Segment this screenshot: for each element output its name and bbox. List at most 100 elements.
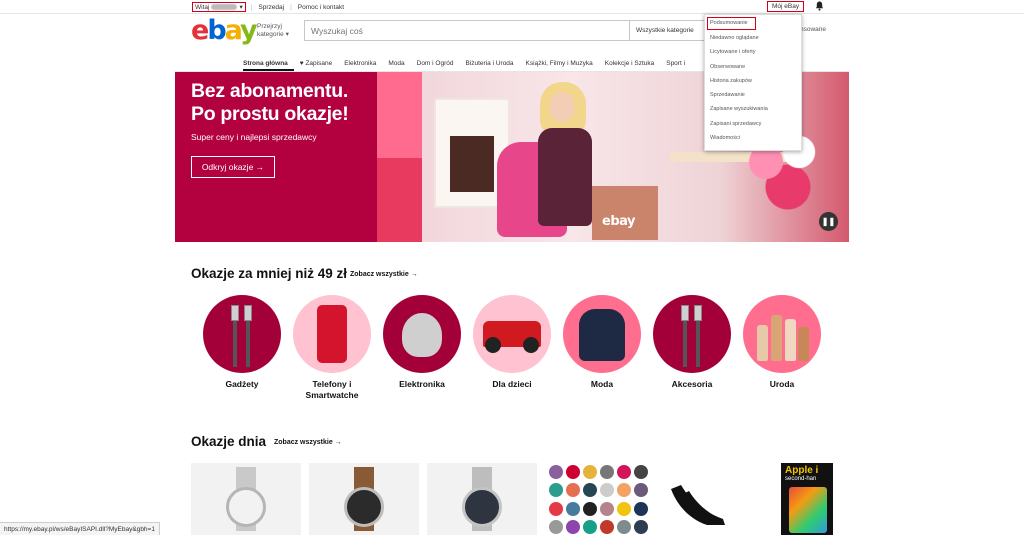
- category-label: Gadżety: [225, 379, 259, 389]
- logo-letter: e: [191, 15, 209, 46]
- category-fashion[interactable]: Moda: [563, 295, 641, 390]
- nav-home[interactable]: Strona główna: [243, 59, 294, 71]
- cosmetics-icon: [757, 307, 809, 361]
- chevron-down-icon: ▾: [285, 31, 289, 38]
- nav-sport[interactable]: Sport i: [660, 59, 691, 71]
- category-kids[interactable]: Dla dzieci: [473, 295, 551, 390]
- category-phones[interactable]: Telefony i Smartwatche: [293, 295, 371, 401]
- chevron-down-icon: ▾: [239, 4, 243, 11]
- hero-title: Bez abonamentu. Po prostu okazje!: [191, 80, 349, 126]
- dropdown-item-recently-viewed[interactable]: Niedawno oglądane: [705, 31, 801, 45]
- daily-deals-see-all-link[interactable]: Zobacz wszystkie →: [274, 439, 342, 446]
- sell-link[interactable]: Sprzedaj: [258, 4, 284, 11]
- popsockets-icon: [549, 463, 653, 535]
- product-card[interactable]: [545, 463, 655, 535]
- browser-status-url: https://my.ebay.pl/ws/eBayISAPI.dll?MyEb…: [0, 522, 160, 535]
- cable-icon: [231, 305, 253, 367]
- category-select-value: Wszystkie kategorie: [636, 27, 694, 34]
- shop-by-category-button[interactable]: Przejrzyj kategorie ▾: [257, 23, 299, 39]
- hero-subtitle: Super ceny i najlepsi sprzedawcy: [191, 132, 317, 142]
- product-card[interactable]: [427, 463, 537, 535]
- greeting-user-menu[interactable]: Witaj ▾: [192, 2, 246, 12]
- apple-badge-subtitle: second-han: [785, 476, 817, 482]
- pause-icon[interactable]: ❚❚: [819, 212, 838, 231]
- phones-image: [789, 487, 827, 533]
- category-image: [743, 295, 821, 373]
- nav-home-garden[interactable]: Dom i Ogród: [411, 59, 460, 71]
- dropdown-item-summary[interactable]: Podsumowanie: [707, 17, 756, 30]
- help-link[interactable]: Pomoc i kontakt: [298, 4, 344, 11]
- watch-icon: [224, 467, 268, 531]
- greeting-text: Witaj: [195, 3, 210, 11]
- category-label: Akcesoria: [671, 379, 713, 389]
- top-utility-bar: Witaj ▾ | Sprzedaj | Pomoc i kontakt Mój…: [0, 0, 1024, 14]
- deals-section-title: Okazje za mniej niż 49 zł: [191, 266, 348, 281]
- dropdown-item-selling[interactable]: Sprzedawanie: [705, 88, 801, 102]
- product-card[interactable]: [663, 463, 773, 535]
- search-input[interactable]: [305, 21, 629, 41]
- nav-saved-label: Zapisane: [305, 60, 333, 67]
- apple-badge-title: Apple i: [785, 465, 819, 476]
- hero-accent-block: [377, 158, 422, 242]
- my-ebay-dropdown: Podsumowanie Niedawno oglądane Licytowan…: [704, 14, 802, 151]
- nav-collectibles-art[interactable]: Kolekcje i Sztuka: [599, 59, 661, 71]
- hero-title-line: Bez abonamentu.: [191, 80, 348, 102]
- category-select[interactable]: Wszystkie kategorie: [629, 20, 705, 41]
- category-label: Telefony i Smartwatche: [305, 379, 359, 400]
- deal-categories: Gadżety Telefony i Smartwatche Elektroni…: [203, 295, 823, 405]
- category-label: Elektronika: [399, 379, 445, 389]
- hero-accent-block: [377, 72, 422, 158]
- dropdown-item-watchlist[interactable]: Obserwowane: [705, 60, 801, 74]
- dropdown-item-messages[interactable]: Wiadomości: [705, 131, 801, 145]
- hero-cta-button[interactable]: Odkryj okazje →: [191, 156, 275, 178]
- hoodie-icon: [579, 309, 625, 361]
- dropdown-item-saved-searches[interactable]: Zapisane wyszukiwania: [705, 102, 801, 116]
- blurred-username: [211, 4, 238, 10]
- watch-icon: [342, 467, 386, 531]
- advanced-search-link[interactable]: nsowane: [800, 26, 826, 33]
- nav-books-movies-music[interactable]: Książki, Filmy i Muzyka: [520, 59, 599, 71]
- category-nav: Strona główna ♥ Zapisane Elektronika Mod…: [243, 59, 691, 71]
- notifications-bell-icon[interactable]: [815, 1, 824, 11]
- divider: |: [290, 3, 292, 11]
- dropdown-item-bids-offers[interactable]: Licytowane i oferty: [705, 45, 801, 59]
- category-image: [293, 295, 371, 373]
- deals-see-all-link[interactable]: Zobacz wszystkie →: [350, 271, 418, 278]
- nav-fashion[interactable]: Moda: [382, 59, 410, 71]
- watch-icon: [460, 467, 504, 531]
- ebay-logo[interactable]: ebay: [191, 15, 258, 46]
- ebay-box-illustration: ebay: [592, 186, 658, 240]
- heels-icon: [671, 485, 725, 525]
- category-electronics[interactable]: Elektronika: [383, 295, 461, 390]
- search-box[interactable]: [304, 20, 629, 41]
- category-image: [473, 295, 551, 373]
- category-image: [653, 295, 731, 373]
- dropdown-item-purchase-history[interactable]: Historia zakupów: [705, 74, 801, 88]
- divider: |: [250, 3, 253, 11]
- my-ebay-link[interactable]: Mój eBay: [766, 0, 805, 12]
- logo-letter: y: [240, 15, 258, 46]
- category-image: [563, 295, 641, 373]
- heart-icon: ♥: [299, 60, 304, 67]
- nav-electronics[interactable]: Elektronika: [338, 59, 382, 71]
- category-image: [203, 295, 281, 373]
- category-gadgets[interactable]: Gadżety: [203, 295, 281, 390]
- hero-title-line: Po prostu okazje!: [191, 103, 349, 125]
- logo-letter: b: [207, 15, 226, 46]
- woman-illustration: [530, 82, 598, 232]
- category-label: Dla dzieci: [492, 379, 532, 389]
- product-card[interactable]: [191, 463, 301, 535]
- dropdown-item-saved-sellers[interactable]: Zapisani sprzedawcy: [705, 117, 801, 131]
- nav-saved[interactable]: ♥ Zapisane: [294, 59, 338, 71]
- product-card[interactable]: Apple i second-han: [781, 463, 833, 535]
- ebay-page: Witaj ▾ | Sprzedaj | Pomoc i kontakt Mój…: [0, 0, 1024, 535]
- daily-deals-title: Okazje dnia: [191, 434, 267, 449]
- nav-jewelry-beauty[interactable]: Biżuteria i Uroda: [459, 59, 519, 71]
- box-label: ebay: [602, 214, 635, 229]
- cable-icon: [681, 305, 703, 367]
- shop-by-category-label: Przejrzyj kategorie: [257, 23, 284, 38]
- product-card[interactable]: [309, 463, 419, 535]
- category-image: [383, 295, 461, 373]
- category-accessories[interactable]: Akcesoria: [653, 295, 731, 390]
- category-beauty[interactable]: Uroda: [743, 295, 821, 390]
